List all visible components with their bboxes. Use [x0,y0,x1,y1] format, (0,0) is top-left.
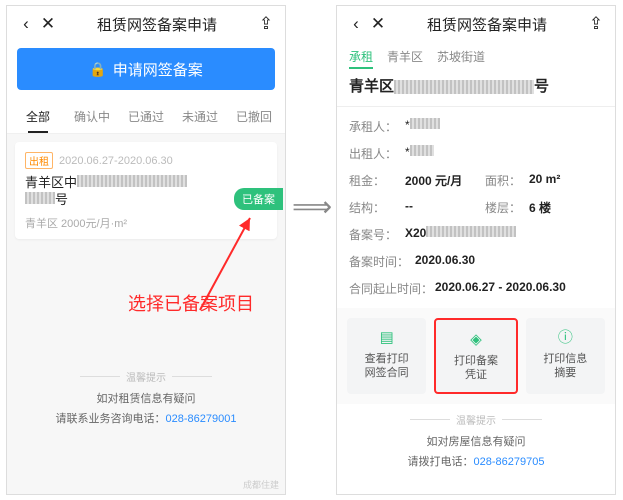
tab-withdrawn[interactable]: 已撤回 [227,100,281,133]
crumb-district[interactable]: 青羊区 [387,48,423,65]
tab-confirming[interactable]: 确认中 [65,100,119,133]
tab-passed[interactable]: 已通过 [119,100,173,133]
detail-address: 青羊区号 [337,69,615,107]
watermark: 成都住建 [243,478,279,491]
share-icon[interactable]: ⇪ [255,14,277,34]
page-title: 租赁网签备案申请 [59,14,255,35]
back-icon[interactable]: ‹ [15,14,37,34]
sub-info: 青羊区 2000元/月·m² [25,215,267,231]
action-print-contract[interactable]: ▤查看打印 网签合同 [347,318,426,394]
header: ‹ ✕ 租赁网签备案申请 ⇪ [7,6,285,42]
lock-icon: 🔒 [89,61,106,78]
cert-icon: ◈ [438,330,513,350]
close-icon[interactable]: ✕ [367,14,389,34]
address: 青羊区中 号 [25,175,267,209]
action-print-certificate[interactable]: ◈打印备案 凭证 [434,318,517,394]
close-icon[interactable]: ✕ [37,14,59,34]
crumb-street[interactable]: 苏坡街道 [437,48,485,65]
footer-tip: 温馨提示 如对租赁信息有疑问 请联系业务咨询电话：028-86279001 [15,369,277,426]
crumb-tenant[interactable]: 承租 [349,48,373,65]
apply-button-label: 申请网签备案 [113,59,203,80]
page-title: 租赁网签备案申请 [389,14,585,35]
list-area: 出租 2020.06.27-2020.06.30 青羊区中 号 青羊区 2000… [7,134,285,494]
breadcrumb: 承租 青羊区 苏坡街道 [337,42,615,69]
record-card[interactable]: 出租 2020.06.27-2020.06.30 青羊区中 号 青羊区 2000… [15,142,277,239]
date-range: 2020.06.27-2020.06.30 [59,155,173,167]
tab-all[interactable]: 全部 [11,100,65,133]
action-row: ▤查看打印 网签合同 ◈打印备案 凭证 ⓘ打印信息 摘要 [337,308,615,404]
doc-icon: ▤ [349,328,424,348]
status-tabs: 全部 确认中 已通过 未通过 已撤回 [7,100,285,134]
rent-tag: 出租 [25,152,53,169]
filed-badge: 已备案 [234,188,283,210]
phone-link[interactable]: 028-86279705 [474,456,545,468]
phone-screen-detail: ‹ ✕ 租赁网签备案申请 ⇪ 承租 青羊区 苏坡街道 青羊区号 承租人：* 出租… [336,5,616,495]
header: ‹ ✕ 租赁网签备案申请 ⇪ [337,6,615,42]
back-icon[interactable]: ‹ [345,14,367,34]
tab-failed[interactable]: 未通过 [173,100,227,133]
flow-arrow-icon: ⟹ [292,190,332,223]
phone-link[interactable]: 028-86279001 [166,413,237,425]
apply-button[interactable]: 🔒 申请网签备案 [17,48,275,90]
phone-screen-list: ‹ ✕ 租赁网签备案申请 ⇪ 🔒 申请网签备案 全部 确认中 已通过 未通过 已… [6,5,286,495]
info-icon: ⓘ [528,328,603,348]
footer-tip: 温馨提示 如对房屋信息有疑问 请拨打电话：028-86279705 [337,412,615,469]
share-icon[interactable]: ⇪ [585,14,607,34]
info-block: 承租人：* 出租人：* 租金：2000 元/月 面积：20 m² 结构：-- 楼… [337,107,615,308]
action-print-summary[interactable]: ⓘ打印信息 摘要 [526,318,605,394]
